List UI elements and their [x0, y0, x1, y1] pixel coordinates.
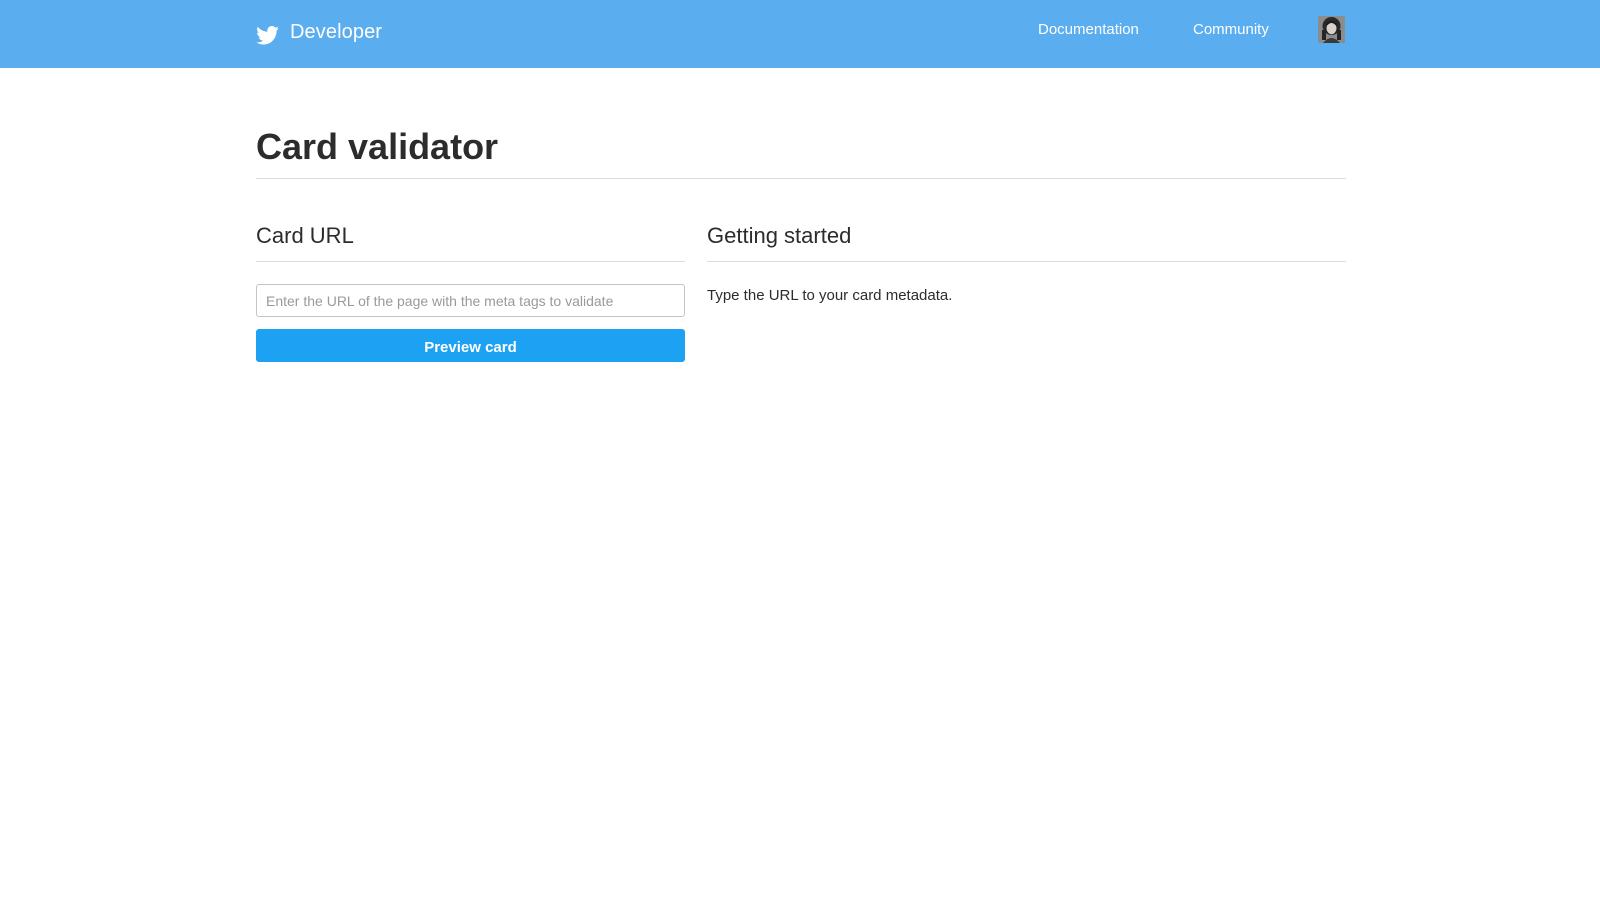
- card-url-input[interactable]: [256, 284, 685, 317]
- card-url-divider: [256, 261, 685, 262]
- nav-documentation-link[interactable]: Documentation: [1038, 20, 1139, 40]
- getting-started-text: Type the URL to your card metadata.: [707, 287, 953, 304]
- page-title: Card validator: [256, 126, 499, 167]
- card-url-section: Card URL Preview card: [256, 220, 685, 362]
- getting-started-heading: Getting started: [707, 223, 852, 248]
- top-nav-bar: Developer Documentation Community: [0, 0, 1600, 68]
- preview-card-button[interactable]: Preview card: [256, 329, 685, 362]
- avatar-image: [1318, 16, 1345, 43]
- twitter-bird-icon: [256, 25, 279, 45]
- brand-label: Developer: [290, 20, 383, 43]
- user-avatar[interactable]: [1318, 16, 1345, 43]
- getting-started-section: Getting started Type the URL to your car…: [707, 220, 1346, 306]
- card-url-heading: Card URL: [256, 223, 354, 248]
- developer-home-link[interactable]: Developer: [256, 16, 382, 48]
- nav-community-link[interactable]: Community: [1193, 20, 1269, 40]
- title-divider: [256, 178, 1346, 179]
- getting-started-divider: [707, 261, 1346, 262]
